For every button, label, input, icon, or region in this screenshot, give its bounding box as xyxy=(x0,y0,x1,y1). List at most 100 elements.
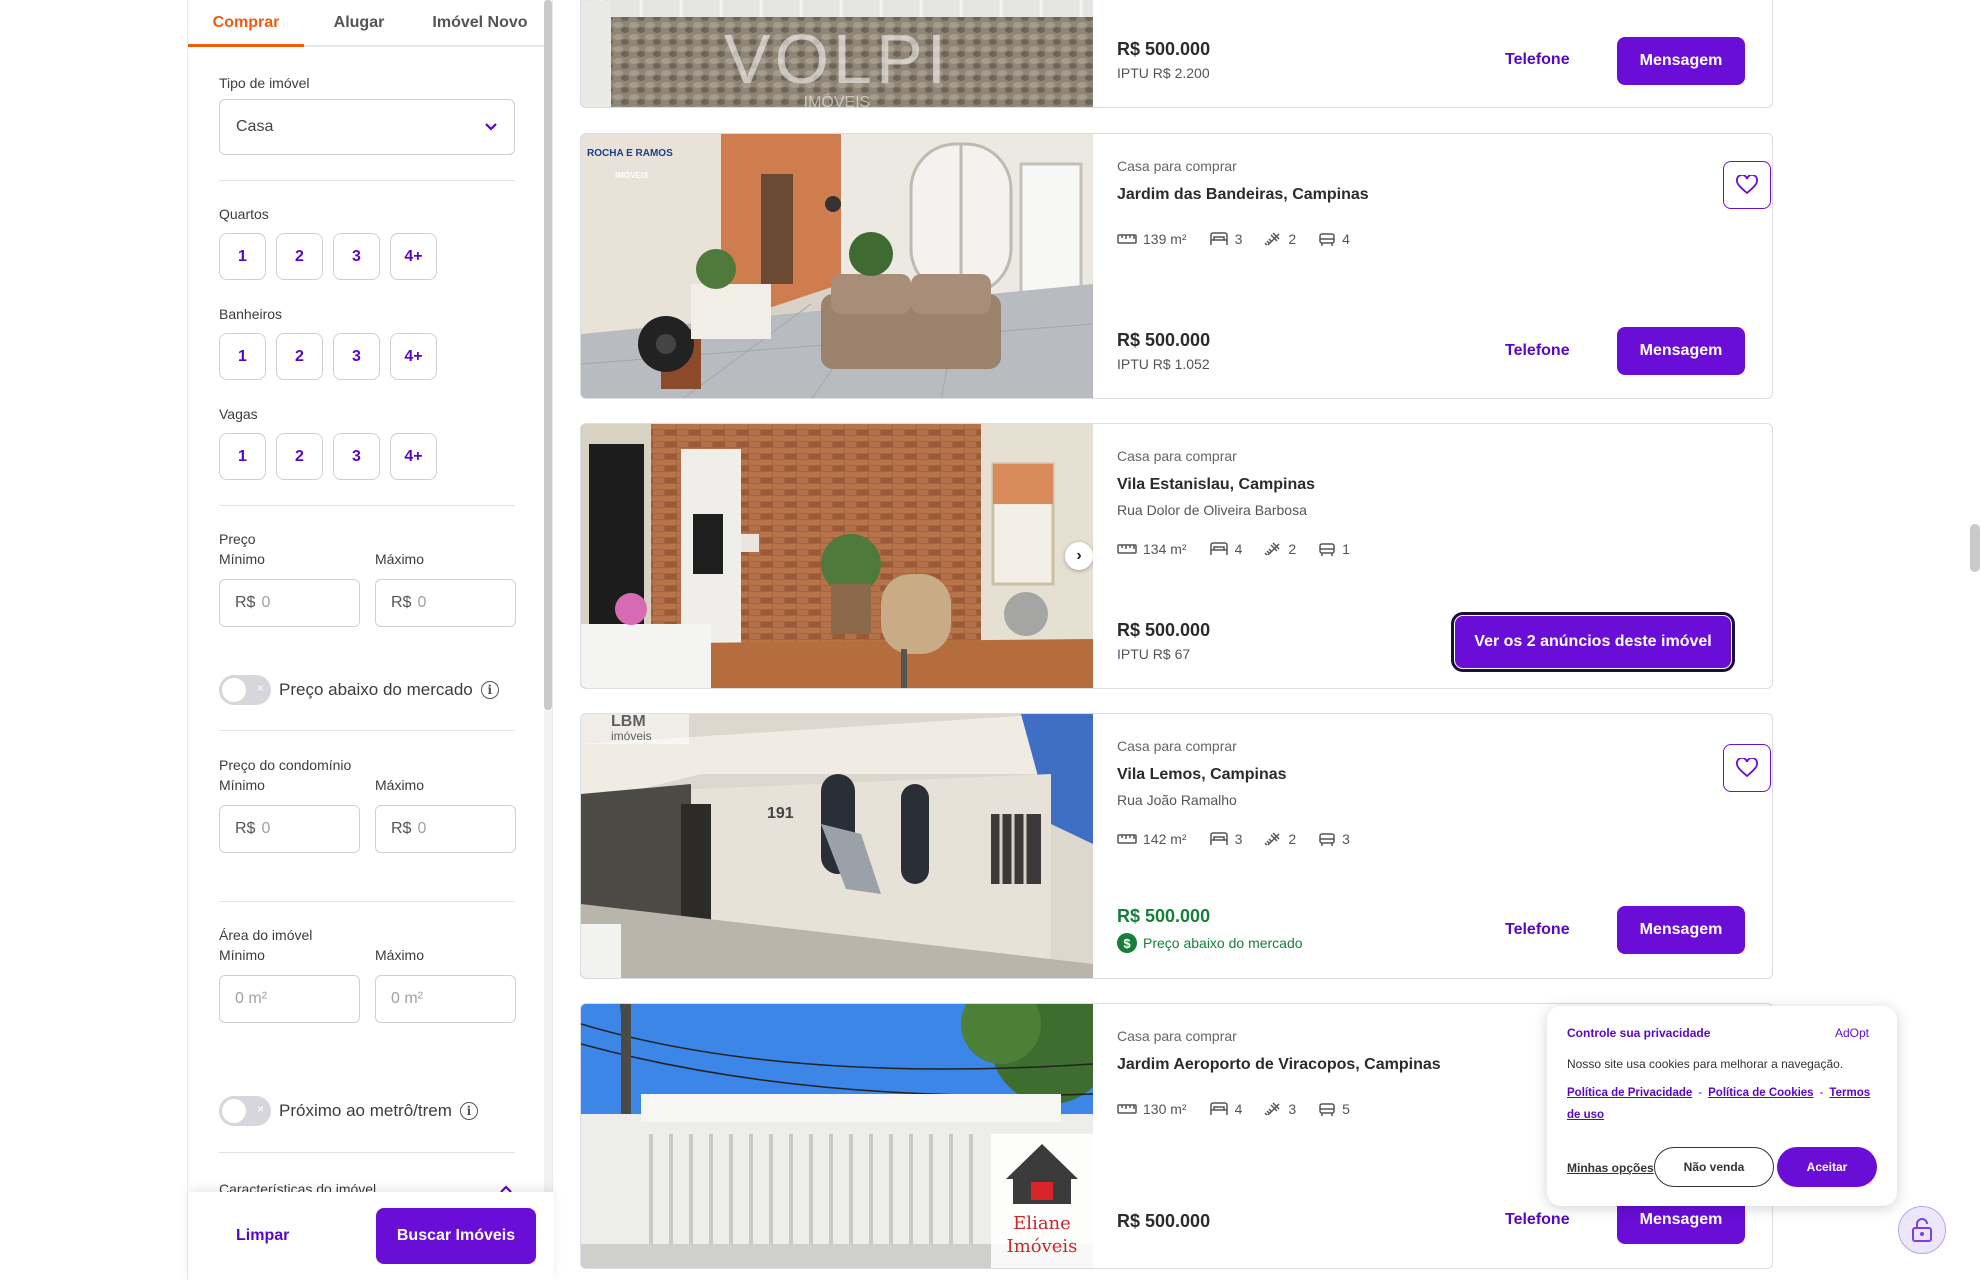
area-feature: 134 m² xyxy=(1117,540,1187,558)
info-icon[interactable]: i xyxy=(480,681,499,699)
toggle-knob xyxy=(222,678,246,702)
condo-max-placeholder: 0 xyxy=(417,820,427,837)
message-button[interactable]: Mensagem xyxy=(1617,906,1745,954)
toggle-off-icon: × xyxy=(256,1102,264,1116)
listing-card[interactable]: 191 LBM imóveis Casa para comprar Vila L… xyxy=(580,713,1773,979)
listing-photo[interactable]: ROCHA E RAMOS IMÓVEIS xyxy=(581,134,1093,398)
listing-card[interactable]: VOLPI IMÓVEIS R$ 500.000 IPTU R$ 2.200 T… xyxy=(580,0,1773,108)
baths-option-4plus[interactable]: 4+ xyxy=(390,333,437,380)
listing-photo[interactable]: VOLPI IMÓVEIS xyxy=(581,0,1093,107)
listing-photo[interactable]: 191 LBM imóveis xyxy=(581,714,1093,978)
phone-button[interactable]: Telefone xyxy=(1505,51,1570,69)
my-options-link[interactable]: Minhas opções xyxy=(1567,1161,1654,1175)
metro-filter: × Próximo ao metrô/trem i xyxy=(219,1096,478,1126)
listing-street: Rua João Ramalho xyxy=(1117,792,1237,808)
condo-min-placeholder: 0 xyxy=(261,820,271,837)
rooms-option-1[interactable]: 1 xyxy=(219,233,266,280)
parking-option-3[interactable]: 3 xyxy=(333,433,380,480)
next-photo-button[interactable]: › xyxy=(1065,542,1093,570)
listing-location[interactable]: Vila Estanislau, Campinas xyxy=(1117,476,1315,494)
area-min-input[interactable]: 0 m² xyxy=(219,975,360,1023)
listing-price: R$ 500.000 xyxy=(1117,39,1211,59)
rooms-option-2[interactable]: 2 xyxy=(276,233,323,280)
currency-prefix: R$ xyxy=(391,594,412,611)
agency-logo-text: Eliane xyxy=(1013,1213,1071,1234)
accept-cookies-button[interactable]: Aceitar xyxy=(1777,1147,1877,1187)
bed-icon xyxy=(1209,232,1228,245)
parking-option-4plus[interactable]: 4+ xyxy=(390,433,437,480)
house-photo xyxy=(581,424,1093,688)
message-button[interactable]: Mensagem xyxy=(1617,327,1745,375)
listing-photo[interactable]: › xyxy=(581,424,1093,688)
house-photo: VOLPI IMÓVEIS xyxy=(581,0,1093,107)
parking-option-1[interactable]: 1 xyxy=(219,433,266,480)
clear-filters-button[interactable]: Limpar xyxy=(236,1227,289,1245)
view-all-listings-button[interactable]: Ver os 2 anúncios deste imóvel xyxy=(1451,612,1735,672)
agency-logo-text: LBM xyxy=(611,714,646,730)
cookie-policy-links: Política de Privacidade - Política de Cook… xyxy=(1567,1082,1877,1126)
area-min-placeholder: 0 m² xyxy=(235,990,267,1007)
price-max-placeholder: 0 xyxy=(417,594,427,611)
listing-card[interactable]: › Casa para comprar Vila Estanislau, Cam… xyxy=(580,423,1773,689)
sidebar-scrollbar[interactable] xyxy=(544,0,552,1280)
cookie-brand[interactable]: AdOpt xyxy=(1835,1026,1869,1040)
toggle-off-icon: × xyxy=(256,681,264,695)
shower-icon xyxy=(1264,232,1280,246)
cookie-policy-link[interactable]: Política de Cookies xyxy=(1708,1087,1813,1099)
do-not-sell-button[interactable]: Não venda xyxy=(1654,1147,1774,1187)
tab-imovel-novo[interactable]: Imóvel Novo xyxy=(414,0,546,45)
agency-logo-sub: imóveis xyxy=(611,729,652,743)
rooms-option-3[interactable]: 3 xyxy=(333,233,380,280)
shower-icon xyxy=(1264,542,1280,556)
condo-min-input[interactable]: R$ 0 xyxy=(219,805,360,853)
baths-option-1[interactable]: 1 xyxy=(219,333,266,380)
listing-location[interactable]: Vila Lemos, Campinas xyxy=(1117,766,1287,784)
metro-toggle[interactable]: × xyxy=(219,1096,271,1126)
below-market-toggle[interactable]: × xyxy=(219,675,271,705)
tab-comprar[interactable]: Comprar xyxy=(188,0,304,47)
house-photo: Eliane Imóveis xyxy=(581,1004,1093,1268)
phone-button[interactable]: Telefone xyxy=(1505,1211,1570,1229)
bedrooms-feature: 3 xyxy=(1209,830,1242,848)
baths-option-3[interactable]: 3 xyxy=(333,333,380,380)
price-min-input[interactable]: R$ 0 xyxy=(219,579,360,627)
condo-max-input[interactable]: R$ 0 xyxy=(375,805,516,853)
currency-prefix: R$ xyxy=(391,820,412,837)
privacy-settings-button[interactable] xyxy=(1898,1206,1946,1254)
listing-location[interactable]: Jardim Aeroporto de Viracopos, Campinas xyxy=(1117,1056,1441,1074)
search-properties-button[interactable]: Buscar Imóveis xyxy=(376,1208,536,1264)
area-label: Área do imóvel xyxy=(219,927,313,943)
price-min-label: Mínimo xyxy=(219,551,265,567)
listing-price: R$ 500.000 xyxy=(1117,1211,1211,1231)
listing-card[interactable]: ROCHA E RAMOS IMÓVEIS Casa para comprar … xyxy=(580,133,1773,399)
listing-price: R$ 500.000 xyxy=(1117,620,1211,640)
phone-button[interactable]: Telefone xyxy=(1505,342,1570,360)
property-type-select[interactable]: Casa xyxy=(219,99,515,155)
baths-option-2[interactable]: 2 xyxy=(276,333,323,380)
rooms-option-4plus[interactable]: 4+ xyxy=(390,233,437,280)
listing-location[interactable]: Jardim das Bandeiras, Campinas xyxy=(1117,186,1369,204)
info-icon[interactable]: i xyxy=(459,1102,478,1120)
sidebar-scrollbar-thumb[interactable] xyxy=(544,0,552,710)
bathrooms-feature: 3 xyxy=(1264,1100,1296,1118)
parking-option-2[interactable]: 2 xyxy=(276,433,323,480)
shower-icon xyxy=(1264,832,1280,846)
favorite-button[interactable] xyxy=(1723,744,1771,792)
page: Comprar Alugar Imóvel Novo Tipo de imóve… xyxy=(0,0,1980,1280)
phone-button[interactable]: Telefone xyxy=(1505,921,1570,939)
divider xyxy=(219,901,515,902)
cookie-description: Nosso site usa cookies para melhorar a n… xyxy=(1567,1057,1844,1071)
listing-photo[interactable]: Eliane Imóveis xyxy=(581,1004,1093,1268)
ruler-icon xyxy=(1117,234,1137,244)
filter-footer: Limpar Buscar Imóveis xyxy=(188,1192,554,1280)
agency-logo-sub: IMÓVEIS xyxy=(615,171,649,180)
bathrooms-feature: 2 xyxy=(1264,540,1296,558)
area-max-input[interactable]: 0 m² xyxy=(375,975,516,1023)
message-button[interactable]: Mensagem xyxy=(1617,37,1745,85)
page-scrollbar-thumb[interactable] xyxy=(1970,524,1980,572)
price-max-input[interactable]: R$ 0 xyxy=(375,579,516,627)
car-icon xyxy=(1319,543,1335,556)
favorite-button[interactable] xyxy=(1723,161,1771,209)
privacy-policy-link[interactable]: Política de Privacidade xyxy=(1567,1087,1692,1099)
tab-alugar[interactable]: Alugar xyxy=(304,0,414,45)
